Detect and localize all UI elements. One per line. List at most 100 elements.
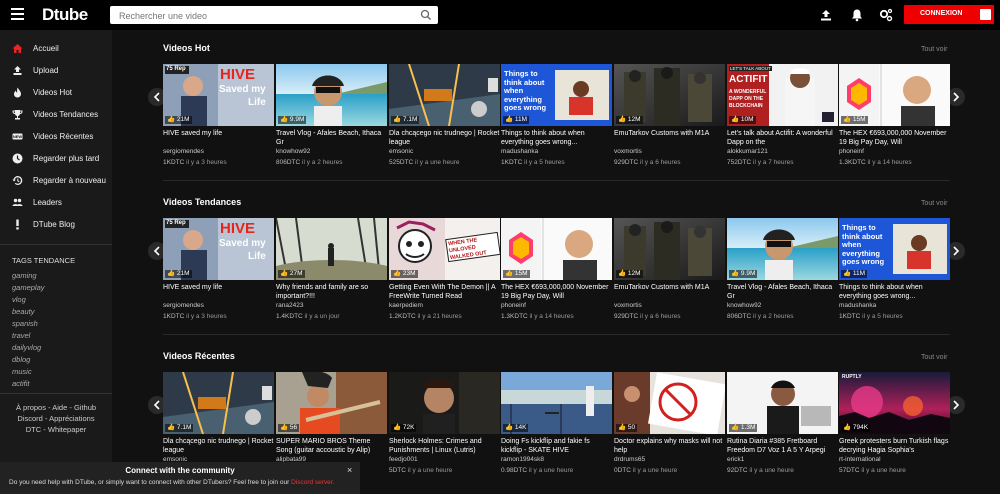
- video-author[interactable]: madushanka: [501, 148, 538, 155]
- video-thumbnail[interactable]: 75 Rep HIVE Saved my Life 👍 21M: [163, 218, 274, 280]
- video-title[interactable]: HIVE saved my life: [163, 283, 274, 292]
- settings-icon[interactable]: [879, 8, 893, 22]
- video-thumbnail[interactable]: WHEN THE UNLOVED WALKED OUT 👍 23M: [389, 218, 500, 280]
- video-title[interactable]: Doctor explains why masks will not help: [614, 437, 725, 455]
- video-thumbnail[interactable]: 👍 14K: [501, 372, 612, 434]
- video-card[interactable]: 👍 27M Why friends and family are so impo…: [276, 218, 387, 328]
- video-title[interactable]: Let's talk about Actifit: A wonderful Da…: [727, 129, 838, 147]
- tag-link[interactable]: actifit: [12, 379, 30, 388]
- see-all-link[interactable]: Tout voir: [921, 200, 983, 207]
- video-card[interactable]: 👍 15M The HEX €693,000,000 November 19 B…: [839, 64, 950, 174]
- sidebar-item-watch-again[interactable]: Regarder à nouveau: [0, 170, 112, 192]
- video-author[interactable]: phoneinf: [839, 148, 864, 155]
- video-title[interactable]: HIVE saved my life: [163, 129, 274, 138]
- video-author[interactable]: rana2423: [276, 302, 303, 309]
- video-thumbnail[interactable]: 👍 1.3M: [727, 372, 838, 434]
- sidebar-item-trending[interactable]: Videos Tendances: [0, 104, 112, 126]
- tag-link[interactable]: spanish: [12, 319, 38, 328]
- video-title[interactable]: Dla chcącego nic trudnego | Rocket leagu…: [163, 437, 274, 455]
- video-title[interactable]: EmuTarkov Customs with M1A: [614, 129, 725, 138]
- video-title[interactable]: Travel Vlog - Afales Beach, Ithaca Gr: [727, 283, 838, 301]
- video-title[interactable]: Rutina Diaria #385 Fretboard Freedom D7 …: [727, 437, 838, 455]
- video-card[interactable]: 👍 72K Sherlock Holmes: Crimes and Punish…: [389, 372, 500, 482]
- video-thumbnail[interactable]: 👍 9.9M: [727, 218, 838, 280]
- video-card[interactable]: 👍 9.9M Travel Vlog - Afales Beach, Ithac…: [276, 64, 387, 174]
- feedback-link[interactable]: Appréciations: [49, 414, 94, 423]
- tag-link[interactable]: dailyvlog: [12, 343, 41, 352]
- video-title[interactable]: Why friends and family are so important?…: [276, 283, 387, 301]
- help-link[interactable]: Aide: [52, 403, 67, 412]
- tag-link[interactable]: music: [12, 367, 32, 376]
- video-card[interactable]: 👍 9.9M Travel Vlog - Afales Beach, Ithac…: [727, 218, 838, 328]
- video-author[interactable]: kaerpediem: [389, 302, 423, 309]
- video-title[interactable]: Doing Fs kickflip and fakie fs kickflip …: [501, 437, 612, 455]
- video-author[interactable]: knowhow92: [727, 302, 761, 309]
- video-title[interactable]: SUPER MARIO BROS Theme Song (guitar acco…: [276, 437, 387, 455]
- menu-icon[interactable]: [11, 8, 24, 21]
- video-author[interactable]: feedjo001: [389, 456, 418, 463]
- video-author[interactable]: knowhow92: [276, 148, 310, 155]
- sidebar-item-blog[interactable]: DTube Blog: [0, 214, 112, 236]
- video-title[interactable]: Things to think about when everything go…: [839, 283, 950, 301]
- video-author[interactable]: voxmortis: [614, 148, 642, 155]
- video-card[interactable]: 75 Rep HIVE Saved my Life 👍 21M HIVE sav…: [163, 218, 274, 328]
- video-thumbnail[interactable]: 👍 50: [614, 372, 725, 434]
- video-title[interactable]: Things to think about when everything go…: [501, 129, 612, 147]
- video-card[interactable]: LET'S TALK ABOUT ACTIFIT A WONDERFUL DAP…: [727, 64, 838, 174]
- see-all-link[interactable]: Tout voir: [921, 354, 983, 361]
- tag-link[interactable]: dblog: [12, 355, 30, 364]
- video-thumbnail[interactable]: LET'S TALK ABOUT ACTIFIT A WONDERFUL DAP…: [727, 64, 838, 126]
- video-card[interactable]: 75 Rep HIVE Saved my Life 👍 21M HIVE sav…: [163, 64, 274, 174]
- video-card[interactable]: 👍 14K Doing Fs kickflip and fakie fs kic…: [501, 372, 612, 482]
- video-title[interactable]: EmuTarkov Customs with M1A: [614, 283, 725, 292]
- bell-icon[interactable]: [850, 8, 864, 22]
- video-thumbnail[interactable]: Things to think about when everything go…: [839, 218, 950, 280]
- video-card[interactable]: 👍 12M EmuTarkov Customs with M1A voxmort…: [614, 64, 725, 174]
- tag-link[interactable]: beauty: [12, 307, 35, 316]
- video-thumbnail[interactable]: 👍 7.1M: [389, 64, 500, 126]
- see-all-link[interactable]: Tout voir: [921, 46, 983, 53]
- upload-icon[interactable]: [819, 8, 833, 22]
- video-thumbnail[interactable]: Things to think about when everything go…: [501, 64, 612, 126]
- video-thumbnail[interactable]: 👍 12M: [614, 64, 725, 126]
- video-title[interactable]: Getting Even With The Demon || A FreeWri…: [389, 283, 500, 301]
- video-thumbnail[interactable]: 👍 15M: [501, 218, 612, 280]
- video-author[interactable]: voxmortis: [614, 302, 642, 309]
- video-thumbnail[interactable]: 👍 27M: [276, 218, 387, 280]
- video-author[interactable]: ramon1994sk8: [501, 456, 544, 463]
- video-title[interactable]: The HEX €693,000,000 November 19 Big Pay…: [839, 129, 950, 147]
- video-thumbnail[interactable]: 👍 56: [276, 372, 387, 434]
- video-card[interactable]: 👍 15M The HEX €693,000,000 November 19 B…: [501, 218, 612, 328]
- video-card[interactable]: 👍 12M EmuTarkov Customs with M1A voxmort…: [614, 218, 725, 328]
- close-icon[interactable]: ×: [347, 465, 352, 475]
- tag-link[interactable]: vlog: [12, 295, 26, 304]
- video-title[interactable]: Travel Vlog - Afales Beach, Ithaca Gr: [276, 129, 387, 147]
- sidebar-item-upload[interactable]: Upload: [0, 60, 112, 82]
- video-author[interactable]: sergiomendes: [163, 148, 204, 155]
- video-thumbnail[interactable]: 👍 9.9M: [276, 64, 387, 126]
- video-author[interactable]: alokkumar121: [727, 148, 768, 155]
- sidebar-item-recent[interactable]: NEW Videos Récentes: [0, 126, 112, 148]
- search-input[interactable]: [110, 7, 410, 25]
- video-card[interactable]: Things to think about when everything go…: [839, 218, 950, 328]
- video-card[interactable]: 👍 7.1M Dla chcącego nic trudnego | Rocke…: [389, 64, 500, 174]
- video-author[interactable]: rt-international: [839, 456, 881, 463]
- tag-link[interactable]: travel: [12, 331, 30, 340]
- tag-link[interactable]: gameplay: [12, 283, 45, 292]
- video-thumbnail[interactable]: 👍 12M: [614, 218, 725, 280]
- sidebar-item-hot[interactable]: Videos Hot: [0, 82, 112, 104]
- discord-server-link[interactable]: Discord server.: [291, 479, 334, 486]
- video-thumbnail[interactable]: 👍 15M: [839, 64, 950, 126]
- video-card[interactable]: 👍 50 Doctor explains why masks will not …: [614, 372, 725, 482]
- video-thumbnail[interactable]: RUPTLY 👍 794K: [839, 372, 950, 434]
- dtc-link[interactable]: DTC: [26, 425, 41, 434]
- video-thumbnail[interactable]: 👍 7.1M: [163, 372, 274, 434]
- sidebar-item-home[interactable]: Accueil: [0, 38, 112, 60]
- video-title[interactable]: Greek protesters burn Turkish flags decr…: [839, 437, 950, 455]
- video-thumbnail[interactable]: 👍 72K: [389, 372, 500, 434]
- video-card[interactable]: WHEN THE UNLOVED WALKED OUT 👍 23M Gettin…: [389, 218, 500, 328]
- search-icon[interactable]: [420, 9, 432, 21]
- video-thumbnail[interactable]: 75 Rep HIVE Saved my Life 👍 21M: [163, 64, 274, 126]
- video-author[interactable]: drdrums65: [614, 456, 645, 463]
- tag-link[interactable]: gaming: [12, 271, 37, 280]
